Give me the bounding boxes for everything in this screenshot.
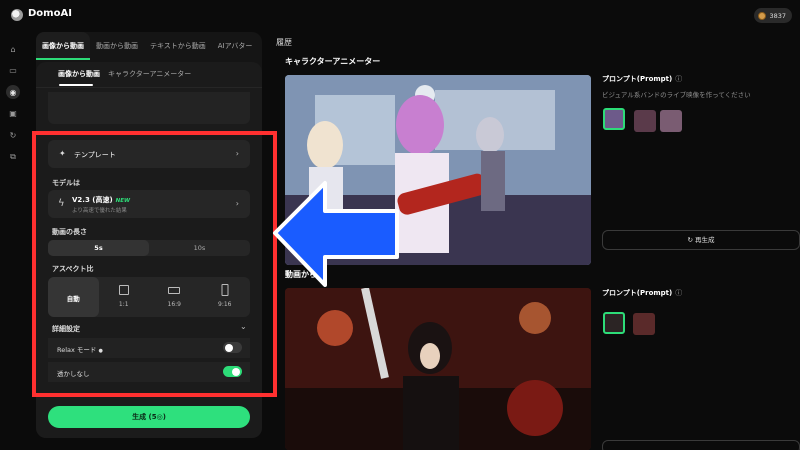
tab-image-to-video[interactable]: 画像から動画 [36, 32, 90, 60]
home-icon[interactable]: ⌂ [6, 42, 20, 56]
info-icon[interactable]: ⓘ [675, 75, 682, 83]
eye-icon[interactable]: ◉ [6, 85, 20, 99]
subtab-character-animator[interactable]: キャラクターアニメーター [108, 69, 191, 79]
sub-tabs: 画像から動画 キャラクターアニメーター [36, 62, 262, 88]
prompt-label: プロンプト(Prompt) [602, 289, 673, 297]
credits-count: 3837 [769, 11, 786, 20]
tab-text-to-video[interactable]: テキストから動画 [144, 32, 212, 60]
coin-icon [758, 11, 767, 20]
reference-image-thumb[interactable] [603, 108, 625, 130]
domoai-logo-icon[interactable] [11, 9, 23, 21]
regenerate-button[interactable]: ↻ 再生成 [602, 230, 800, 250]
reference-image-thumb[interactable] [660, 110, 682, 132]
video-thumbnail[interactable] [285, 288, 591, 450]
highlight-box [32, 131, 277, 397]
prompt-text: ビジュアル系バンドのライブ映像を作ってください [602, 91, 751, 99]
refresh-icon[interactable]: ↻ [6, 128, 20, 142]
history-title: 履歴 [276, 38, 292, 47]
credits-badge[interactable]: 3837 [754, 8, 792, 23]
prompt-label: プロンプト(Prompt) [602, 75, 673, 83]
regenerate-label: 再生成 [695, 236, 715, 244]
icon-rail: ⌂ ▭ ◉ ▣ ↻ ⧉ [6, 42, 22, 171]
reference-image-thumb[interactable] [633, 313, 655, 335]
refresh-icon: ↻ [687, 236, 693, 244]
upload-area[interactable] [48, 92, 250, 124]
concert-scene-image [285, 288, 591, 450]
reference-image-thumb[interactable] [634, 110, 656, 132]
app-title: DomoAI [28, 8, 72, 19]
history-section-title: キャラクターアニメーター [285, 57, 381, 66]
pointer-arrow [273, 181, 399, 287]
tab-ai-avatar[interactable]: AIアバター [212, 32, 259, 60]
info-icon[interactable]: ⓘ [675, 289, 682, 297]
tab-video-to-video[interactable]: 動画から動画 [90, 32, 144, 60]
regenerate-button[interactable] [602, 440, 800, 450]
mode-tabs: 画像から動画 動画から動画 テキストから動画 AIアバター [36, 32, 262, 60]
box-icon[interactable]: ▭ [6, 64, 20, 78]
subtab-image-to-video[interactable]: 画像から動画 [58, 69, 100, 79]
reference-image-thumb[interactable] [603, 312, 625, 334]
top-bar: DomoAI 3837 [0, 0, 800, 30]
prompt-heading: プロンプト(Prompt) ⓘ [602, 74, 682, 84]
prompt-heading: プロンプト(Prompt) ⓘ [602, 288, 682, 298]
layers-icon[interactable]: ⧉ [6, 150, 20, 164]
generate-button[interactable]: 生成 (5◎) [48, 406, 250, 428]
subtab-underline [59, 84, 93, 86]
image-icon[interactable]: ▣ [6, 107, 20, 121]
